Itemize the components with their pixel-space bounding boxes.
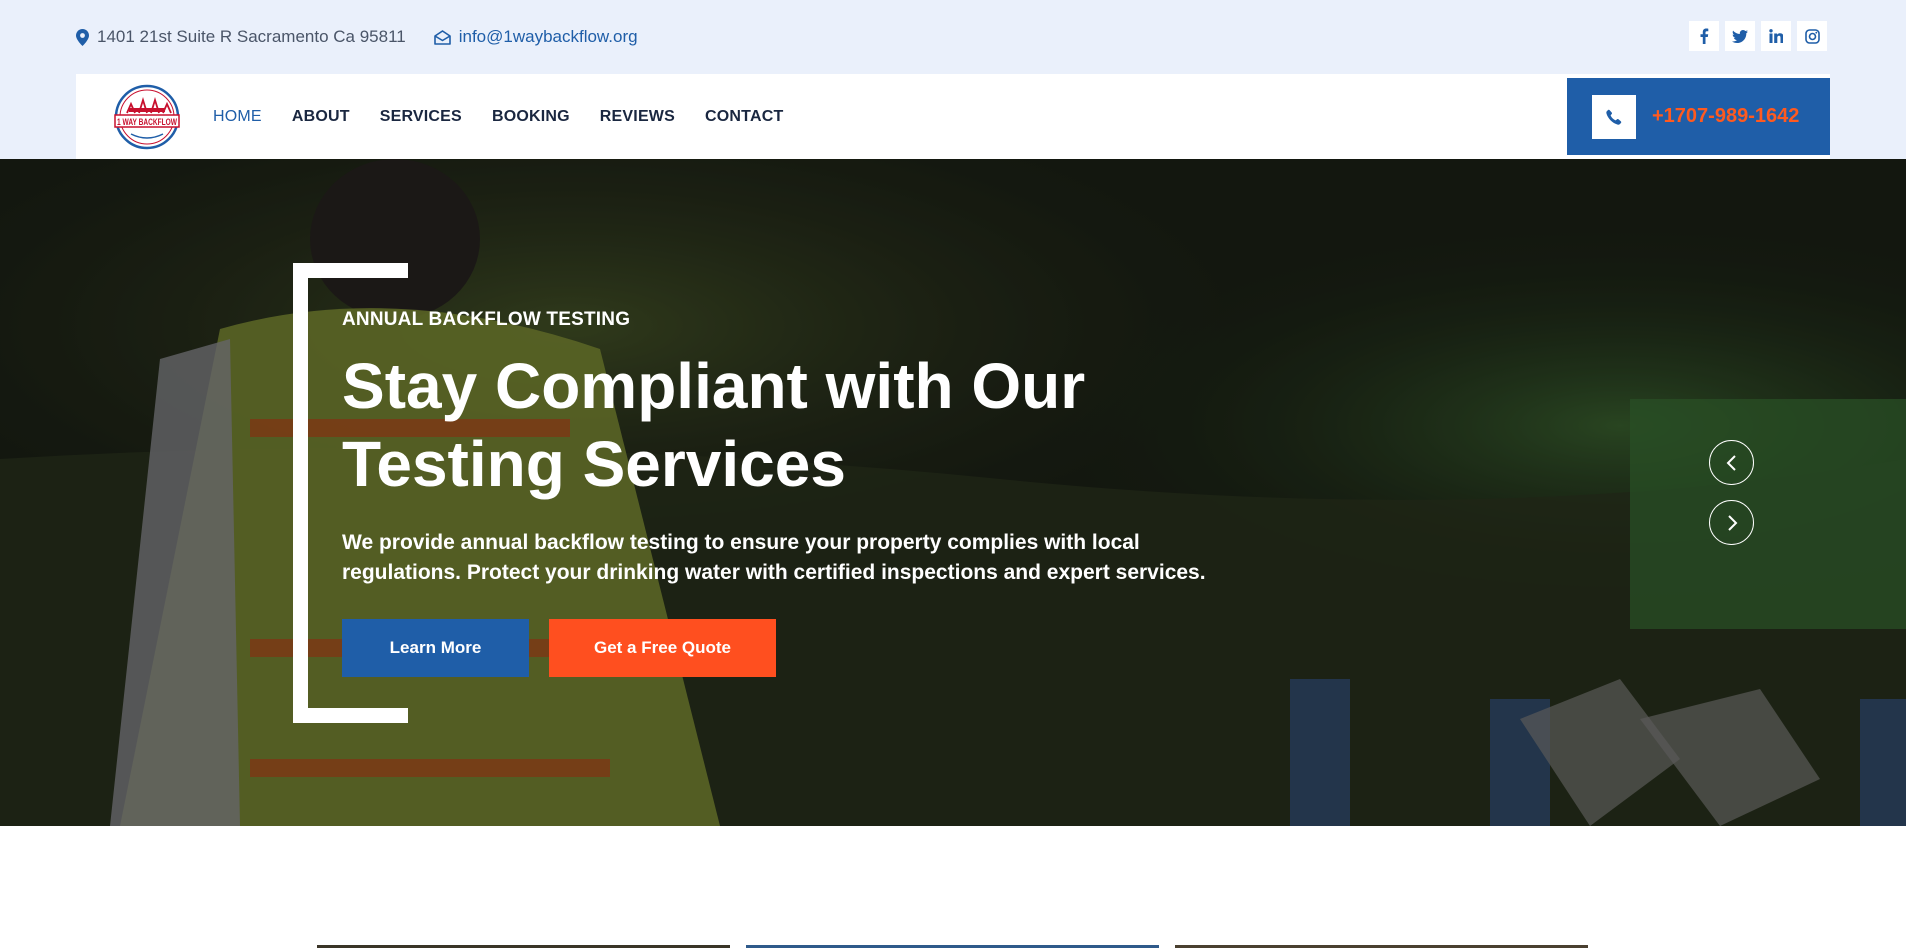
phone-icon-box xyxy=(1592,94,1636,139)
learn-more-button[interactable]: Learn More xyxy=(342,619,529,677)
nav-item-contact[interactable]: CONTACT xyxy=(705,108,783,126)
address-item: 1401 21st Suite R Sacramento Ca 95811 xyxy=(76,27,406,47)
slider-prev-button[interactable] xyxy=(1709,440,1754,485)
hero-eyebrow: ANNUAL BACKFLOW TESTING xyxy=(342,309,631,330)
email-item[interactable]: info@1waybackflow.org xyxy=(433,27,638,47)
chevron-right-icon xyxy=(1727,514,1737,531)
linkedin-link[interactable] xyxy=(1761,21,1791,51)
slider-next-button[interactable] xyxy=(1709,500,1754,545)
free-quote-button[interactable]: Get a Free Quote xyxy=(549,619,776,677)
nav-item-booking[interactable]: BOOKING xyxy=(492,108,570,126)
hero-headline: Stay Compliant with Our Testing Services xyxy=(342,350,1086,500)
site-logo[interactable]: 1 WAY BACKFLOW xyxy=(111,84,183,150)
instagram-link[interactable] xyxy=(1797,21,1827,51)
instagram-icon xyxy=(1804,28,1820,44)
facebook-link[interactable] xyxy=(1689,21,1719,51)
nav-menu: HOME ABOUT SERVICES BOOKING REVIEWS CONTACT xyxy=(213,74,813,159)
phone-cta[interactable]: +1707-989-1642 xyxy=(1567,78,1830,155)
map-pin-icon xyxy=(76,28,89,46)
phone-number[interactable]: +1707-989-1642 xyxy=(1652,105,1799,128)
hero-description: We provide annual backflow testing to en… xyxy=(342,531,1206,584)
address-text: 1401 21st Suite R Sacramento Ca 95811 xyxy=(97,27,406,46)
chevron-left-icon xyxy=(1726,454,1736,471)
facebook-icon xyxy=(1700,28,1709,44)
nav-item-about[interactable]: ABOUT xyxy=(292,108,350,126)
twitter-link[interactable] xyxy=(1725,21,1755,51)
social-links xyxy=(1689,21,1833,51)
nav-item-home[interactable]: HOME xyxy=(213,108,262,126)
phone-icon xyxy=(1606,109,1622,125)
nav-item-reviews[interactable]: REVIEWS xyxy=(600,108,675,126)
logo-graphic: 1 WAY BACKFLOW xyxy=(114,84,180,150)
twitter-icon xyxy=(1732,29,1748,43)
linkedin-icon xyxy=(1769,29,1783,43)
email-link[interactable]: info@1waybackflow.org xyxy=(459,27,638,47)
hero-slider: ANNUAL BACKFLOW TESTING Stay Compliant w… xyxy=(0,159,1906,826)
contact-info: 1401 21st Suite R Sacramento Ca 95811 in… xyxy=(76,24,638,50)
nav-item-services[interactable]: SERVICES xyxy=(380,108,462,126)
logo-text: 1 WAY BACKFLOW xyxy=(117,117,177,127)
envelope-icon xyxy=(433,29,451,45)
